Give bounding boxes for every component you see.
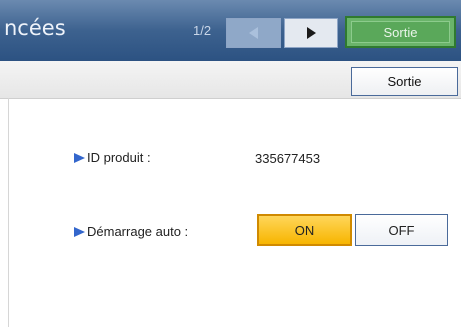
- product-id-label-row: ID produit :: [74, 150, 151, 165]
- auto-start-label-row: Démarrage auto :: [74, 224, 188, 239]
- top-exit-label: Sortie: [351, 21, 450, 43]
- page-title: ncées: [4, 16, 66, 40]
- exit-button[interactable]: Sortie: [351, 67, 458, 96]
- product-id-value: 335677453: [255, 151, 321, 166]
- page-indicator: 1/2: [193, 23, 212, 38]
- triangle-left-icon: [249, 27, 258, 39]
- triangle-right-icon: [306, 27, 316, 39]
- auto-start-off-button[interactable]: OFF: [355, 214, 448, 246]
- top-exit-button[interactable]: Sortie: [345, 16, 456, 48]
- previous-page-button[interactable]: [226, 18, 281, 48]
- next-page-button[interactable]: [284, 18, 338, 48]
- bullet-triangle-icon: [74, 152, 85, 163]
- title-bar: ncées 1/2 Sortie: [0, 0, 461, 61]
- product-id-label: ID produit :: [87, 150, 151, 165]
- left-divider: [8, 98, 9, 327]
- auto-start-label: Démarrage auto :: [87, 224, 189, 239]
- auto-start-on-button[interactable]: ON: [257, 214, 352, 246]
- bullet-triangle-icon: [74, 226, 85, 237]
